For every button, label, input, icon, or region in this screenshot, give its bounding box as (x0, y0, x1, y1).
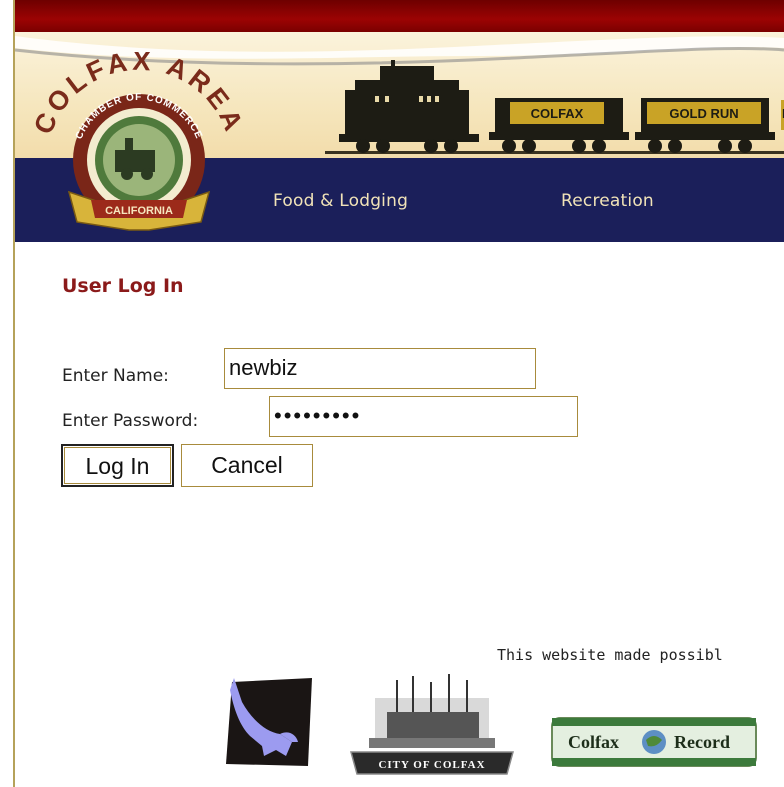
password-label: Enter Password: (62, 411, 199, 431)
name-label: Enter Name: (62, 366, 169, 386)
login-button[interactable]: Log In (61, 444, 174, 487)
logo-ribbon-text: CALIFORNIA (105, 205, 173, 217)
train-illustration: COLFAX GOLD RUN D (325, 60, 784, 154)
cancel-button[interactable]: Cancel (181, 444, 313, 487)
city-of-colfax-logo[interactable]: CITY OF COLFAX (347, 672, 517, 776)
record-left-text: Colfax (568, 732, 619, 752)
city-badge-text: CITY OF COLFAX (378, 759, 485, 771)
footer-credit: This website made possibl (497, 646, 723, 664)
record-right-text: Record (674, 732, 730, 752)
page-title: User Log In (62, 275, 184, 297)
train-car-label-1: COLFAX (531, 106, 584, 121)
name-input[interactable]: newbiz (224, 348, 536, 389)
nav-food-lodging[interactable]: Food & Lodging (273, 191, 408, 211)
nav-recreation[interactable]: Recreation (561, 191, 654, 211)
train-car-label-2: GOLD RUN (669, 106, 738, 121)
chamber-logo[interactable]: COLFAX AREA CHAMBER OF COMMERCE CALIFORN… (29, 52, 249, 242)
site-header: COLFAX GOLD RUN D COLFAX AREA CHAMBER OF… (15, 0, 784, 242)
password-input[interactable]: ••••••••• (269, 396, 578, 437)
colfax-record-logo[interactable]: Colfax Record (550, 712, 760, 772)
cat-logo[interactable] (222, 676, 316, 768)
